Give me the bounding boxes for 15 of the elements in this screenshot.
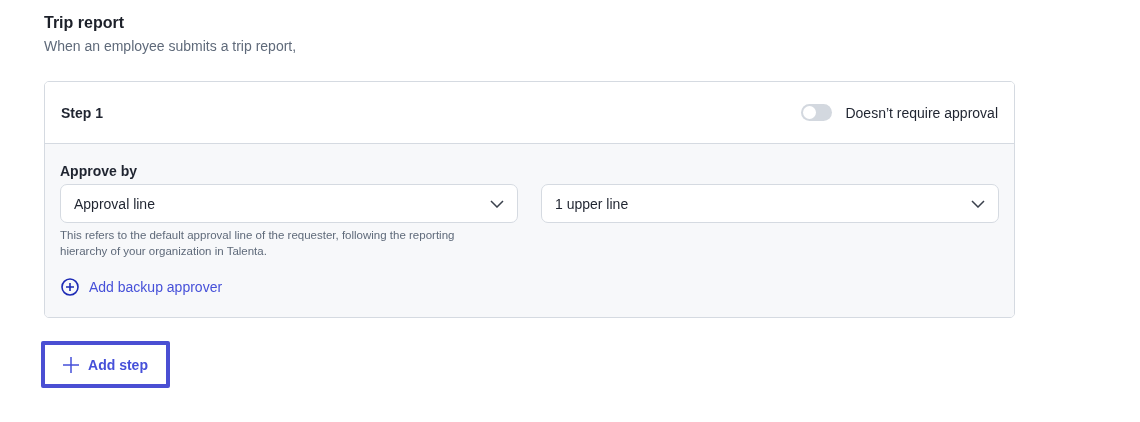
plus-circle-icon — [61, 278, 79, 296]
step-title: Step 1 — [61, 104, 103, 121]
add-step-button[interactable]: Add step — [41, 341, 170, 388]
add-backup-approver-link[interactable]: Add backup approver — [60, 278, 223, 296]
toggle-label: Doesn’t require approval — [845, 104, 998, 121]
chevron-down-icon — [971, 199, 985, 208]
plus-icon — [63, 356, 80, 373]
field-label: Approve by — [60, 162, 138, 180]
section-title: Trip report — [44, 13, 125, 33]
helper-text: This refers to the default approval line of the requester, following the reporting hierarchy of your organization in Talenta. — [60, 228, 456, 259]
dropdown-select[interactable]: Approval line — [60, 184, 518, 223]
section-subtitle: When an employee submits a trip report, — [44, 37, 298, 56]
approval-toggle[interactable] — [801, 104, 833, 121]
chevron-down-icon — [490, 199, 504, 208]
dropdown-select[interactable]: 1 upper line — [541, 184, 999, 223]
